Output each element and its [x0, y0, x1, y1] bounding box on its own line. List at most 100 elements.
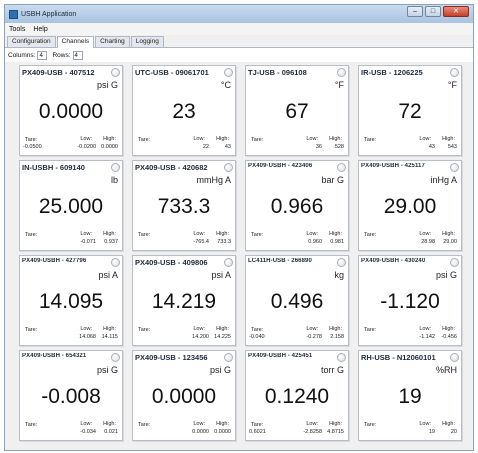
menu-tools[interactable]: Tools: [9, 26, 25, 33]
low-value: 22: [202, 144, 209, 150]
channel-card[interactable]: PX409-USBH - 425451 torr G 0.1240 Tare: …: [245, 350, 349, 441]
channel-title: PX409-USB - 420682: [135, 163, 208, 172]
channel-stats: Tare: Low: -765.4 High: 733.3: [133, 230, 235, 247]
high-label: High:: [103, 231, 116, 237]
channel-value: 0.1240: [264, 385, 330, 408]
tare-value: 0.6021: [249, 429, 266, 435]
tab-configuration[interactable]: Configuration: [7, 36, 56, 47]
channel-title: PX409-USB - 407512: [22, 68, 95, 77]
channel-card[interactable]: PX409-USBH - 425117 inHg A 29.00 Tare: L…: [358, 160, 462, 251]
tare-label: Tare:: [25, 422, 38, 428]
tab-channels[interactable]: Channels: [56, 36, 95, 48]
channel-card[interactable]: PX409-USB - 409806 psi A 14.219 Tare: Lo…: [132, 255, 236, 346]
low-value: -0.034: [80, 429, 96, 435]
channel-stats: Tare: Low: 19 High: 20: [359, 420, 461, 437]
columns-input[interactable]: 4: [37, 50, 48, 60]
low-label: Low:: [306, 421, 318, 427]
channel-title: IR-USB - 1206225: [361, 68, 423, 77]
low-label: Low:: [419, 136, 431, 142]
channel-unit: inHg A: [430, 175, 457, 185]
low-value: 36: [315, 144, 322, 150]
low-value: 19: [428, 429, 435, 435]
low-value: -0.0200: [77, 144, 96, 150]
low-value: 0.960: [308, 239, 322, 245]
rows-input[interactable]: 4: [72, 50, 83, 60]
status-led-icon: [450, 258, 459, 267]
channel-value: 0.966: [270, 195, 324, 218]
low-label: Low:: [193, 326, 205, 332]
channel-card[interactable]: PX409-USB - 407512 psi G 0.0000 Tare: -0…: [19, 65, 123, 156]
window-controls: – □ ✕: [407, 6, 469, 17]
channel-card[interactable]: PX409-USBH - 423406 bar G 0.966 Tare: Lo…: [245, 160, 349, 251]
channel-title: PX409-USB - 409806: [135, 258, 208, 267]
channel-stats: Tare: Low: 36 High: 528: [246, 135, 348, 152]
rows-label: Rows:: [52, 51, 71, 59]
channel-card[interactable]: PX409-USBH - 430240 psi G -1.120 Tare: L…: [358, 255, 462, 346]
low-label: Low:: [80, 326, 92, 332]
close-button[interactable]: ✕: [443, 6, 469, 17]
minimize-button[interactable]: –: [407, 6, 423, 17]
channel-title: UTC-USB - 09061701: [135, 68, 209, 77]
status-led-icon: [111, 353, 120, 362]
high-value: 14.225: [214, 334, 231, 340]
channel-value: 733.3: [157, 195, 211, 218]
high-value: 43: [224, 144, 231, 150]
channel-title: PX409-USBH - 423406: [248, 163, 313, 169]
channel-value: 0.0000: [151, 385, 217, 408]
low-value: -0.071: [80, 239, 96, 245]
channel-card[interactable]: PX409-USB - 123456 psi G 0.0000 Tare: Lo…: [132, 350, 236, 441]
channel-card[interactable]: PX409-USBH - 654321 psi G -0.008 Tare: L…: [19, 350, 123, 441]
channel-card[interactable]: PX409-USBH - 427796 psi A 14.095 Tare: L…: [19, 255, 123, 346]
status-led-icon: [111, 258, 120, 267]
tare-value: -0.040: [249, 334, 265, 340]
tab-charting[interactable]: Charting: [95, 36, 130, 47]
menu-help[interactable]: Help: [33, 26, 47, 33]
high-label: High:: [216, 326, 229, 332]
title-bar[interactable]: USBH Application – □ ✕: [5, 5, 473, 23]
app-icon: [9, 9, 18, 19]
tab-bar: Configuration Channels Charting Logging: [5, 35, 473, 48]
maximize-button[interactable]: □: [425, 6, 441, 17]
status-led-icon: [450, 68, 459, 77]
tare-label: Tare:: [251, 422, 264, 428]
high-label: High:: [442, 136, 455, 142]
low-value: 0.0000: [192, 429, 209, 435]
high-label: High:: [103, 326, 116, 332]
tab-logging[interactable]: Logging: [130, 36, 164, 47]
channel-card[interactable]: IR-USB - 1206225 °F 72 Tare: Low: 43 Hig…: [358, 65, 462, 156]
channel-card[interactable]: TJ-USB - 096108 °F 67 Tare: Low: 36 High…: [245, 65, 349, 156]
channel-card[interactable]: RH-USB - N12060101 %RH 19 Tare: Low: 19 …: [358, 350, 462, 441]
channel-value: -0.008: [41, 385, 101, 408]
channel-title: PX409-USBH - 427796: [22, 258, 87, 264]
high-value: 4.8715: [327, 429, 344, 435]
high-value: 20: [450, 429, 457, 435]
tare-label: Tare:: [251, 137, 264, 143]
tare-label: Tare:: [138, 327, 151, 333]
high-value: -0.456: [441, 334, 457, 340]
channel-card[interactable]: LC411H-USB - 266890 kg 0.496 Tare: -0.04…: [245, 255, 349, 346]
channel-stats: Tare: Low: 0.0000 High: 0.0000: [133, 420, 235, 437]
low-label: Low:: [306, 231, 318, 237]
channel-value: 67: [285, 100, 309, 123]
tare-label: Tare:: [25, 327, 38, 333]
high-label: High:: [329, 421, 342, 427]
channel-card[interactable]: PX409-USB - 420682 mmHg A 733.3 Tare: Lo…: [132, 160, 236, 251]
channel-stats: Tare: Low: 28.98 High: 29.00: [359, 230, 461, 247]
channel-stats: Tare: 0.6021 Low: -2.8258 High: 4.8715: [246, 420, 348, 437]
channel-unit: psi G: [96, 365, 118, 375]
low-value: 14.068: [79, 334, 96, 340]
channel-card[interactable]: IN-USBH - 609140 lb 25.000 Tare: Low: -0…: [19, 160, 123, 251]
channel-unit: mmHg A: [196, 175, 231, 185]
high-label: High:: [329, 231, 342, 237]
low-value: -1.142: [419, 334, 435, 340]
channel-value: 23: [172, 100, 196, 123]
channel-card[interactable]: UTC-USB - 09061701 °C 23 Tare: Low: 22 H…: [132, 65, 236, 156]
tare-label: Tare:: [364, 327, 377, 333]
status-led-icon: [111, 163, 120, 172]
tare-label: Tare:: [364, 422, 377, 428]
status-led-icon: [450, 353, 459, 362]
low-value: 28.98: [421, 239, 435, 245]
high-label: High:: [216, 231, 229, 237]
channel-title: PX409-USBH - 430240: [361, 258, 426, 264]
low-label: Low:: [80, 421, 92, 427]
